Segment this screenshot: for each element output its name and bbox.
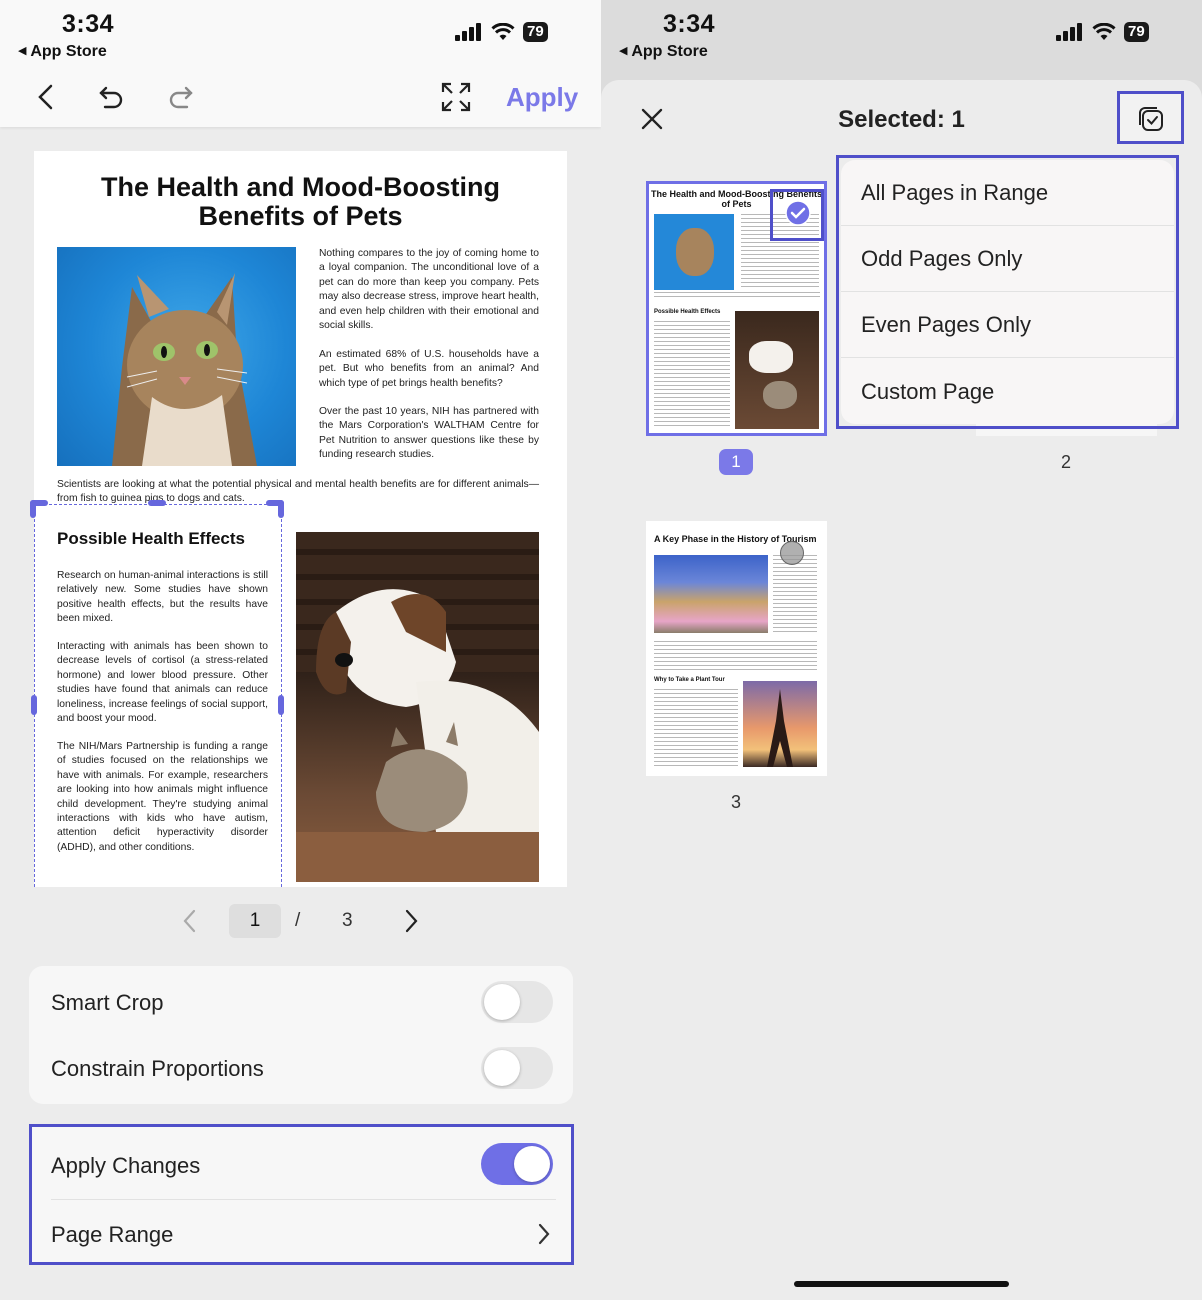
thumbnail-3-text-lines [654,641,817,671]
toggle-knob [514,1146,550,1182]
thumbnail-1-dog-image [735,311,819,429]
constrain-proportions-toggle[interactable] [481,1047,553,1089]
intro-paragraph-1: Nothing compares to the joy of coming ho… [319,248,539,332]
back-app-label: App Store [30,43,107,60]
eiffel-tower-icon [767,689,793,767]
toggle-knob [484,1050,520,1086]
status-icons: 79 [455,22,548,42]
page-separator: / [295,910,301,931]
expand-icon[interactable] [440,81,472,113]
menu-divider [841,357,1174,358]
intro-paragraph-3: Over the past 10 years, NIH has partnere… [319,406,539,461]
redo-icon[interactable] [166,84,194,110]
full-width-paragraph: Scientists are looking at what the poten… [57,479,539,505]
page-thumbnail-3[interactable]: A Key Phase in the History of Tourism Wh… [646,521,827,776]
top-toolbar: 3:34 ◀ App Store 79 Apply [0,0,601,127]
row-divider [51,1199,556,1200]
home-indicator [794,1281,1009,1287]
thumbnail-3-text-lines [773,555,817,633]
crop-handle-left-middle[interactable] [31,695,37,715]
battery-level: 79 [1124,22,1149,42]
page-number-2: 2 [1061,452,1072,472]
page-number-3: 3 [731,792,742,812]
menu-item-odd-pages[interactable]: Odd Pages Only [861,246,1022,272]
back-to-app-link[interactable]: ◀ App Store [619,43,708,61]
crop-options-card: Smart Crop Constrain Proportions [29,966,573,1104]
back-chevron-icon[interactable] [36,84,56,110]
total-pages: 3 [342,910,353,931]
touch-indicator [780,541,804,565]
current-page-input[interactable]: 1 [229,904,281,938]
thumbnail-1-text-lines [654,292,820,300]
status-icons: 79 [1056,22,1149,42]
thumbnail-3-eiffel-image [743,681,817,767]
document-title-line1: The Health and Mood-Boosting [101,172,500,202]
apply-button[interactable]: Apply [506,82,578,113]
document-title-line2: Benefits of Pets [198,201,403,231]
back-triangle-icon: ◀ [18,45,27,57]
crop-handle-top-right-v[interactable] [278,500,284,518]
status-time: 3:34 [663,10,716,38]
back-to-app-link[interactable]: ◀ App Store [18,43,107,61]
crop-handle-right-middle[interactable] [278,695,284,715]
selected-checkmark-icon [785,200,811,226]
next-page-icon[interactable] [403,908,419,934]
wifi-icon [1092,23,1116,40]
page-range-menu: All Pages in Range Odd Pages Only Even P… [841,160,1174,424]
menu-item-all-pages[interactable]: All Pages in Range [861,180,1048,206]
constrain-proportions-label: Constrain Proportions [51,1056,264,1081]
thumbnail-3-text-lines [654,689,738,767]
intro-paragraph-2: An estimated 68% of U.S. households have… [319,349,539,389]
thumbnail-3-city-image [654,555,768,633]
apply-options-card: Apply Changes Page Range [29,1124,574,1265]
crop-selection-frame[interactable] [34,504,282,887]
document-title: The Health and Mood-Boosting Benefits of… [34,173,567,231]
thumbnail-select-frame [770,189,824,241]
menu-item-custom-page[interactable]: Custom Page [861,379,994,405]
page-number-badge-1: 1 [719,449,753,475]
thumbnail-3-heading: Why to Take a Plant Tour [654,677,725,683]
smart-crop-toggle[interactable] [481,981,553,1023]
battery-level: 79 [523,22,548,42]
crop-handle-top-middle[interactable] [148,500,166,506]
wifi-icon [491,23,515,40]
apply-changes-toggle[interactable] [481,1143,553,1185]
selected-count-title: Selected: 1 [838,106,965,133]
menu-divider [841,225,1174,226]
crop-handle-top-left-v[interactable] [30,500,36,518]
cellular-signal-icon [1056,23,1082,41]
page-range-label[interactable]: Page Range [51,1222,173,1248]
menu-item-even-pages[interactable]: Even Pages Only [861,312,1031,338]
dog-and-cat-photo [296,532,539,882]
undo-icon[interactable] [98,84,126,110]
back-triangle-icon: ◀ [619,45,628,57]
apply-changes-label: Apply Changes [51,1153,201,1178]
thumbnail-1-text-lines [654,321,730,427]
crop-editor-pane: 3:34 ◀ App Store 79 Apply The Health and… [0,0,601,1300]
menu-divider [841,291,1174,292]
page-thumbnail-1[interactable]: The Health and Mood-Boosting Benefits of… [646,181,827,436]
cat-photo [57,247,296,466]
previous-page-icon[interactable] [182,908,198,934]
page-range-chevron-icon[interactable] [537,1222,551,1246]
thumbnail-1-heading: Possible Health Effects [654,309,721,315]
thumbnail-1-cat-image [654,214,734,290]
back-app-label: App Store [631,43,708,60]
toggle-knob [484,984,520,1020]
cellular-signal-icon [455,23,481,41]
status-time: 3:34 [62,10,115,38]
select-mode-button[interactable] [1117,91,1184,144]
multi-select-check-icon [1139,107,1163,131]
cat-illustration [112,273,257,466]
dog-illustration [296,532,539,882]
smart-crop-label: Smart Crop [51,990,164,1015]
